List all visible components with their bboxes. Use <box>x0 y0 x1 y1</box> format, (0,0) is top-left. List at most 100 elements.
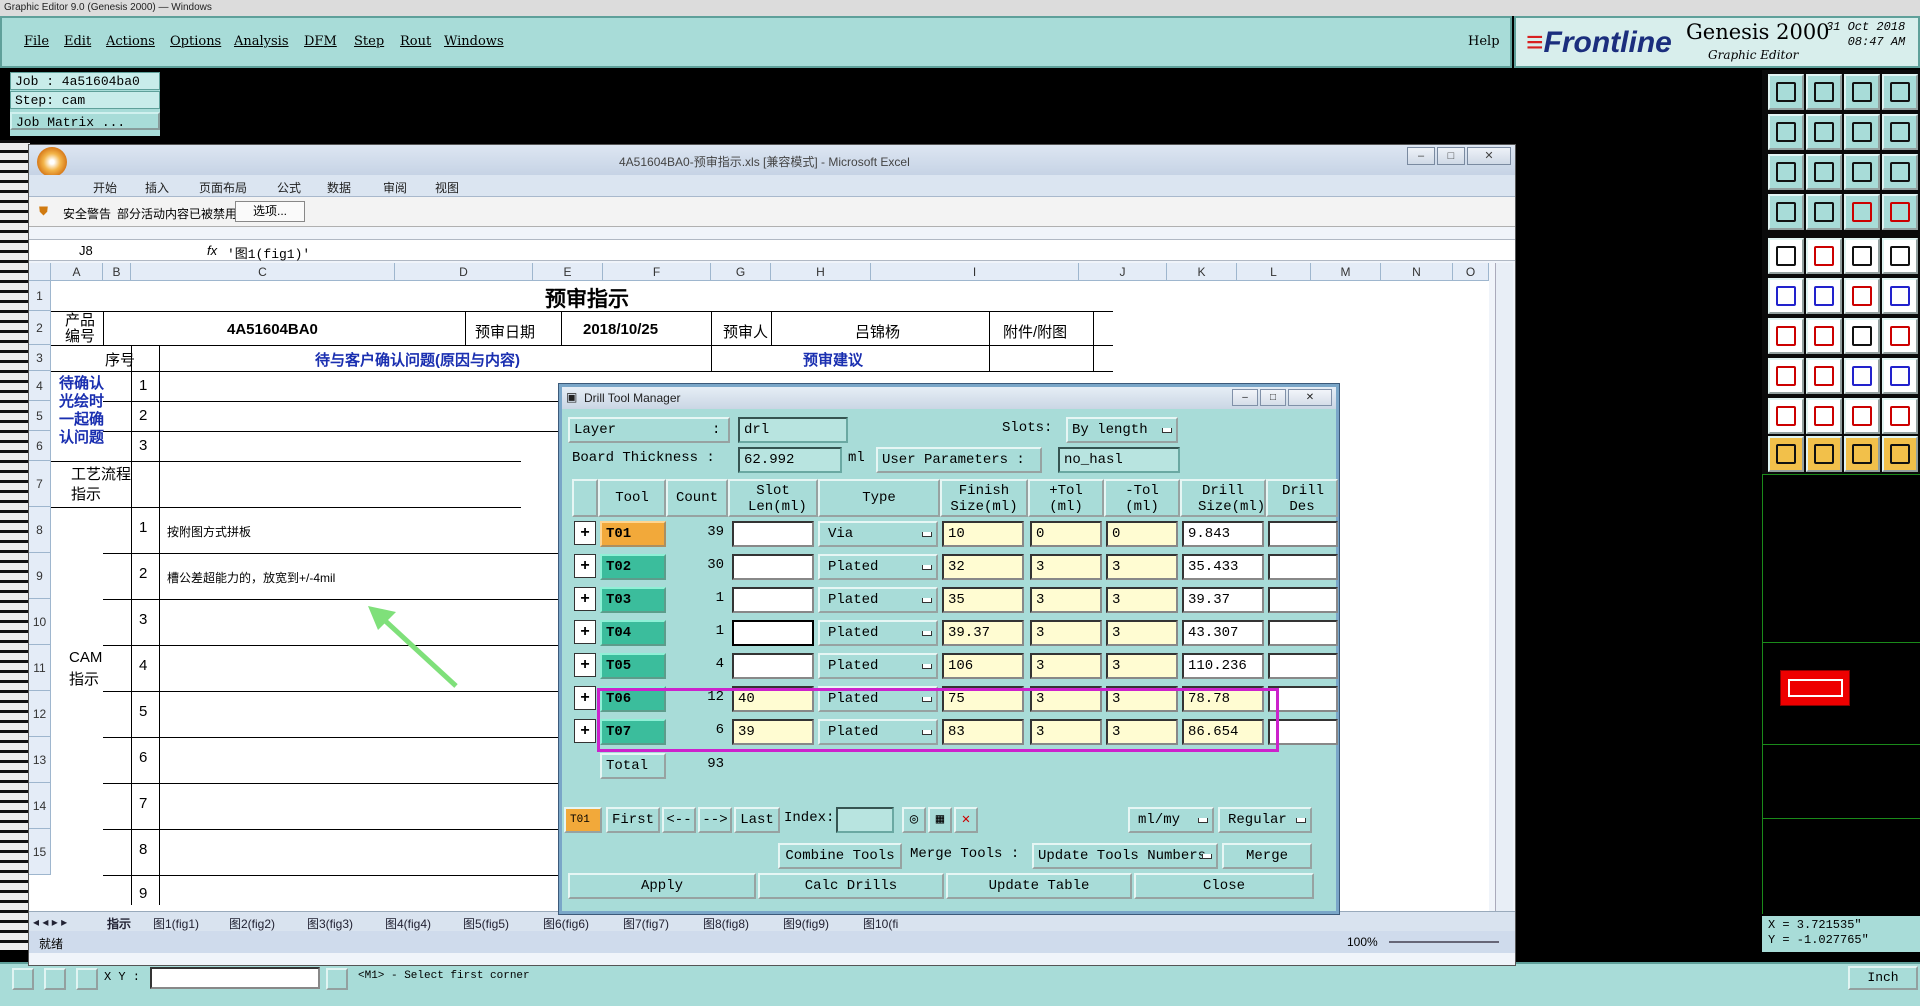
tool-button[interactable] <box>1768 154 1804 190</box>
select-all[interactable] <box>29 263 51 281</box>
expand-row-button[interactable]: + <box>574 587 596 611</box>
column-header[interactable]: G <box>711 263 771 281</box>
close-button[interactable]: ✕ <box>1288 389 1332 406</box>
ribbon-tab[interactable]: 视图 <box>435 179 459 196</box>
column-header[interactable]: L <box>1237 263 1311 281</box>
type-dropdown[interactable]: Plated <box>818 587 938 613</box>
tool-button[interactable] <box>1844 318 1880 354</box>
tool-button[interactable] <box>1768 358 1804 394</box>
ribbon-tab[interactable]: 审阅 <box>383 179 407 196</box>
formula-input[interactable]: '图1(fig1)' <box>227 243 310 262</box>
type-dropdown[interactable]: Plated <box>818 653 938 679</box>
tool-button[interactable] <box>1844 358 1880 394</box>
units-dropdown[interactable]: ml/my <box>1128 807 1214 833</box>
minus-tol-input[interactable]: 0 <box>1106 521 1178 547</box>
tool-button[interactable] <box>1844 278 1880 314</box>
sheet-tab[interactable]: 图1(fig1) <box>153 915 199 932</box>
type-dropdown[interactable]: Plated <box>818 554 938 580</box>
menu-step[interactable]: Step <box>354 34 384 49</box>
sheet-tab[interactable]: 图2(fig2) <box>229 915 275 932</box>
board-profile-thumbnail[interactable] <box>1780 670 1850 706</box>
tool-button[interactable] <box>1844 114 1880 150</box>
row-header[interactable]: 6 <box>29 431 51 461</box>
xy-input[interactable] <box>150 967 320 989</box>
row-header[interactable]: 11 <box>29 645 51 691</box>
drill-size-input[interactable]: 39.37 <box>1182 587 1264 613</box>
maximize-button[interactable]: □ <box>1260 389 1286 406</box>
row-header[interactable]: 12 <box>29 691 51 737</box>
tool-button[interactable] <box>1844 238 1880 274</box>
sheet-tab[interactable]: 图4(fig4) <box>385 915 431 932</box>
row-header[interactable]: 4 <box>29 371 51 401</box>
tool-button[interactable] <box>1844 154 1880 190</box>
zoom-slider[interactable] <box>1389 941 1499 943</box>
apply-button[interactable]: Apply <box>568 873 756 899</box>
tool-button[interactable] <box>1768 114 1804 150</box>
menu-dfm[interactable]: DFM <box>304 34 337 49</box>
pointer-tool-button[interactable] <box>1844 436 1880 472</box>
row-header[interactable]: 7 <box>29 461 51 507</box>
expand-row-button[interactable]: + <box>574 653 596 677</box>
tool-button[interactable] <box>1806 318 1842 354</box>
vertical-scrollbar[interactable] <box>1495 263 1513 911</box>
combine-tools-button[interactable]: Combine Tools <box>778 843 902 869</box>
column-header[interactable]: C <box>131 263 395 281</box>
column-header[interactable]: A <box>51 263 103 281</box>
tool-button[interactable] <box>1806 194 1842 230</box>
menu-rout[interactable]: Rout <box>400 34 431 49</box>
index-input[interactable] <box>836 807 894 833</box>
column-header[interactable]: K <box>1167 263 1237 281</box>
finish-size-input[interactable]: 39.37 <box>942 620 1024 646</box>
units-button[interactable]: Inch <box>1848 966 1918 990</box>
slot-len-input[interactable] <box>732 521 814 547</box>
column-header[interactable]: I <box>871 263 1079 281</box>
ribbon-tab[interactable]: 页面布局 <box>199 179 247 196</box>
sheet-tab[interactable]: 图3(fig3) <box>307 915 353 932</box>
status-tool-button[interactable] <box>12 968 34 990</box>
tool-button[interactable] <box>1806 114 1842 150</box>
tool-button[interactable] <box>1806 358 1842 394</box>
finish-size-input[interactable]: 32 <box>942 554 1024 580</box>
maximize-button[interactable]: □ <box>1437 147 1465 165</box>
column-header[interactable]: M <box>1311 263 1381 281</box>
tool-button[interactable] <box>1768 278 1804 314</box>
minus-tol-input[interactable]: 3 <box>1106 554 1178 580</box>
row-header[interactable]: 3 <box>29 345 51 371</box>
mode-dropdown[interactable]: Regular <box>1218 807 1312 833</box>
ribbon-tab[interactable]: 公式 <box>277 179 301 196</box>
minus-tol-input[interactable]: 3 <box>1106 653 1178 679</box>
drill-size-input[interactable]: 35.433 <box>1182 554 1264 580</box>
slots-dropdown[interactable]: By length <box>1066 417 1178 443</box>
row-header[interactable]: 5 <box>29 401 51 431</box>
slot-len-input[interactable] <box>732 653 814 679</box>
row-header[interactable]: 14 <box>29 783 51 829</box>
tool-button[interactable] <box>1806 154 1842 190</box>
drill-size-input[interactable]: 43.307 <box>1182 620 1264 646</box>
row-header[interactable]: 10 <box>29 599 51 645</box>
menu-actions[interactable]: Actions <box>106 34 155 49</box>
plus-tol-input[interactable]: 3 <box>1030 554 1102 580</box>
update-table-button[interactable]: Update Table <box>946 873 1132 899</box>
menu-analysis[interactable]: Analysis <box>234 34 289 49</box>
tool-button[interactable] <box>1806 398 1842 434</box>
finish-size-input[interactable]: 106 <box>942 653 1024 679</box>
tool-button[interactable] <box>1768 238 1804 274</box>
tool-button[interactable] <box>1882 318 1918 354</box>
plus-tol-input[interactable]: 3 <box>1030 653 1102 679</box>
pointer-tool-button[interactable] <box>1768 436 1804 472</box>
menu-edit[interactable]: Edit <box>64 34 91 49</box>
sheet-tab[interactable]: 图8(fig8) <box>703 915 749 932</box>
layer-input[interactable]: drl <box>738 417 848 443</box>
prev-button[interactable]: <-- <box>662 807 696 833</box>
next-button[interactable]: --> <box>698 807 732 833</box>
tool-button[interactable] <box>1882 358 1918 394</box>
merge-button[interactable]: Merge <box>1222 843 1312 869</box>
tool-name[interactable]: T01 <box>600 521 666 547</box>
last-button[interactable]: Last <box>734 807 780 833</box>
minimize-button[interactable]: – <box>1407 147 1435 165</box>
row-header[interactable]: 9 <box>29 553 51 599</box>
expand-row-button[interactable]: + <box>574 554 596 578</box>
tool-button[interactable] <box>1768 194 1804 230</box>
tool-button[interactable] <box>1844 74 1880 110</box>
minimize-button[interactable]: – <box>1232 389 1258 406</box>
